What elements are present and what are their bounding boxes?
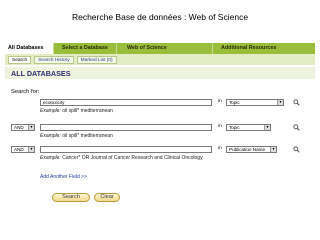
chevron-down-icon: ▼ bbox=[277, 100, 283, 105]
chevron-down-icon: ▼ bbox=[28, 147, 34, 152]
add-another-field-link[interactable]: Add Another Field >> bbox=[40, 174, 87, 180]
search-magnifier-icon[interactable] bbox=[293, 99, 300, 106]
boolean-operator-select-3[interactable]: AND ▼ bbox=[11, 146, 35, 153]
in-label-3: in bbox=[218, 146, 222, 151]
tab-web-of-science[interactable]: Web of Science bbox=[116, 43, 212, 54]
subtab-search[interactable]: Search bbox=[8, 55, 32, 64]
example-label: Example: bbox=[40, 108, 61, 114]
in-label-2: in bbox=[218, 124, 222, 129]
search-subtab-bar: Search Search History Marked List (0) bbox=[5, 54, 315, 65]
field-select-1[interactable]: Topic ▼ bbox=[226, 99, 284, 106]
chevron-down-icon: ▼ bbox=[264, 125, 270, 130]
search-magnifier-icon[interactable] bbox=[293, 124, 300, 131]
example-hint-2: Example: oil spill* mediterranean bbox=[40, 133, 230, 139]
example-text: Cancer* OR Journal of Cancer Research an… bbox=[62, 155, 203, 161]
search-term-input-1[interactable]: ecotoxicity bbox=[40, 99, 212, 106]
tab-select-database[interactable]: Select a Database bbox=[53, 43, 116, 54]
database-tab-bar: All Databases Select a Database Web of S… bbox=[5, 43, 315, 54]
example-text: oil spill* mediterranean bbox=[62, 108, 113, 114]
operator-value: AND bbox=[14, 125, 24, 130]
search-for-label: Search for: bbox=[11, 89, 40, 95]
example-label: Example: bbox=[40, 155, 61, 161]
search-magnifier-icon[interactable] bbox=[293, 146, 300, 153]
subtab-marked-list[interactable]: Marked List (0) bbox=[76, 55, 117, 64]
chevron-down-icon: ▼ bbox=[28, 125, 34, 130]
section-title: ALL DATABASES bbox=[11, 69, 71, 78]
boolean-operator-select-2[interactable]: AND ▼ bbox=[11, 124, 35, 131]
chevron-down-icon: ▼ bbox=[270, 147, 276, 152]
operator-value: AND bbox=[14, 147, 24, 152]
field-select-value: Publication Name bbox=[229, 147, 266, 152]
search-button[interactable]: Search bbox=[52, 193, 90, 202]
tab-all-databases[interactable]: All Databases bbox=[5, 43, 53, 54]
example-hint-3: Example: Cancer* OR Journal of Cancer Re… bbox=[40, 155, 230, 161]
clear-button[interactable]: Clear bbox=[94, 193, 120, 202]
in-label-1: in bbox=[218, 99, 222, 104]
field-select-value: Topic bbox=[229, 125, 240, 130]
field-select-2[interactable]: Topic ▼ bbox=[226, 124, 271, 131]
subtab-search-history[interactable]: Search History bbox=[34, 55, 74, 64]
search-term-input-2[interactable] bbox=[40, 124, 212, 131]
slide-title: Recherche Base de données : Web of Scien… bbox=[71, 12, 249, 22]
field-select-value: Topic bbox=[229, 100, 240, 105]
example-hint-1: Example: oil spill* mediterranean bbox=[40, 108, 230, 114]
search-term-input-3[interactable] bbox=[40, 146, 212, 153]
example-label: Example: bbox=[40, 133, 61, 139]
field-select-3[interactable]: Publication Name ▼ bbox=[226, 146, 277, 153]
tab-additional-resources[interactable]: Additional Resources bbox=[212, 43, 315, 54]
example-text: oil spill* mediterranean bbox=[62, 133, 113, 139]
